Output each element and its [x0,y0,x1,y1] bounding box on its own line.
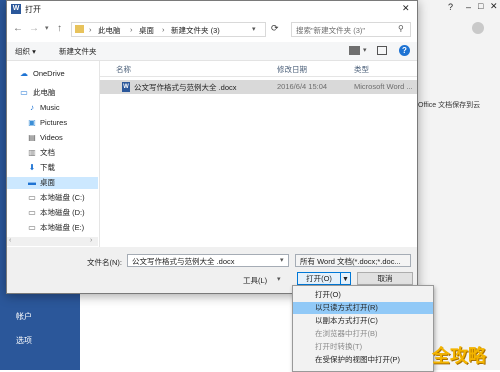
filename-value: 公文写作格式与范例大全 .docx [132,257,235,266]
drive-icon: ▭ [28,193,36,202]
chevron-down-icon[interactable]: ▾ [277,275,281,283]
refresh-icon[interactable]: ⟳ [271,23,279,34]
breadcrumb-item-folder[interactable]: 新建文件夹 (3) [171,25,220,36]
filetype-value: 所有 Word 文档(*.docx;*.doc... [300,257,401,266]
chevron-down-icon[interactable]: ▾ [280,256,284,264]
breadcrumb-item-desktop[interactable]: 桌面 [139,25,154,36]
preview-pane-icon[interactable] [377,46,387,55]
view-options-icon[interactable] [349,46,360,55]
file-date: 2016/6/4 15:04 [277,82,328,91]
breadcrumb[interactable]: › 此电脑 › 桌面 › 新建文件夹 (3) ▾ [71,22,266,37]
chevron-down-icon[interactable]: ▾ [252,25,256,33]
pictures-icon: ▣ [28,118,36,127]
forward-arrow-icon[interactable]: → [29,23,39,34]
sidebar-item-options[interactable]: 选项 [16,335,32,346]
nav-item-this-pc[interactable]: ▭ 此电脑 [7,87,98,99]
close-icon[interactable]: ✕ [490,1,498,12]
scroll-right-icon[interactable]: › [90,237,92,244]
open-options-menu: 打开(O) 以只读方式打开(R) 以副本方式打开(C) 在浏览器中打开(B) 打… [292,285,434,372]
search-input[interactable]: 搜索"新建文件夹 (3)" ⚲ [291,22,411,37]
folder-icon [75,25,84,33]
column-header-date[interactable]: 修改日期 [277,64,307,75]
header-divider [100,76,417,77]
search-placeholder: 搜索"新建文件夹 (3)" [296,26,366,35]
file-type: Microsoft Word ... [354,82,413,91]
help-icon[interactable]: ? [448,2,453,12]
nav-item-pictures[interactable]: ▣ Pictures [7,117,98,129]
title-bar: W 打开 ✕ [7,1,417,18]
scroll-left-icon[interactable]: ‹ [9,237,11,244]
onedrive-hint-text: Office 文档保存到云 [418,102,481,109]
chevron-down-icon[interactable]: ▾ [363,46,367,54]
close-icon[interactable]: ✕ [402,3,410,14]
column-header-name[interactable]: 名称 [116,64,131,75]
breadcrumb-item-pc[interactable]: 此电脑 [98,25,121,36]
menu-item-open-in-browser: 在浏览器中打开(B) [315,329,378,338]
nav-item-desktop[interactable]: ▬ 桌面 [7,177,98,189]
nav-item-drive-c[interactable]: ▭ 本地磁盘 (C:) [7,192,98,204]
menu-item-open-as-copy[interactable]: 以副本方式打开(C) [293,315,433,327]
dialog-title: 打开 [25,5,41,14]
organize-button[interactable]: 组织 ▾ [15,46,36,57]
filetype-select[interactable]: 所有 Word 文档(*.docx;*.doc... [295,254,411,267]
up-arrow-icon[interactable]: ↑ [57,23,62,34]
documents-icon: ▥ [28,148,36,157]
navigation-pane: ☁ OneDrive ▭ 此电脑 ♪ Music ▣ Pictures ▤ Vi… [7,61,100,247]
back-arrow-icon[interactable]: ← [13,23,23,34]
minimize-icon[interactable]: – [466,2,471,12]
horizontal-scrollbar[interactable]: ‹ › [7,237,98,246]
open-dialog: W 打开 ✕ ← → ▾ ↑ › 此电脑 › 桌面 › 新建文件夹 (3) ▾ … [6,0,418,294]
filename-label: 文件名(N): [87,258,122,267]
avatar[interactable] [472,22,484,34]
open-button[interactable]: 打开(O) [297,272,341,285]
command-bar: 组织 ▾ 新建文件夹 ▾ ? [7,42,417,61]
search-icon: ⚲ [398,24,404,33]
menu-item-open-read-only[interactable]: 以只读方式打开(R) [293,302,433,314]
downloads-icon: ⬇ [28,163,36,172]
nav-item-onedrive[interactable]: ☁ OneDrive [7,68,98,80]
cancel-button[interactable]: 取消 [357,272,413,285]
nav-item-music[interactable]: ♪ Music [7,102,98,114]
filename-field[interactable]: 公文写作格式与范例大全 .docx [127,254,289,267]
nav-item-drive-d[interactable]: ▭ 本地磁盘 (D:) [7,207,98,219]
recent-locations-icon[interactable]: ▾ [45,24,49,32]
help-icon[interactable]: ? [399,45,410,56]
word-document-icon: W [122,82,130,92]
restore-icon[interactable]: □ [478,1,483,11]
watermark-logo: 全攻略 [432,346,486,366]
cloud-icon: ☁ [20,69,28,78]
videos-icon: ▤ [28,133,36,142]
file-list: 名称 修改日期 类型 W 公文写作格式与范例大全 .docx 2016/6/4 … [100,61,417,247]
table-row[interactable]: W 公文写作格式与范例大全 .docx 2016/6/4 15:04 Micro… [100,80,417,94]
menu-item-open[interactable]: 打开(O) [293,289,433,301]
open-options-dropdown[interactable]: ▼ [340,272,351,285]
chevron-down-icon: ▼ [342,276,349,283]
nav-item-videos[interactable]: ▤ Videos [7,132,98,144]
drive-icon: ▭ [28,223,36,232]
sidebar-item-account[interactable]: 帐户 [16,311,32,322]
nav-item-downloads[interactable]: ⬇ 下载 [7,162,98,174]
pc-icon: ▭ [20,88,28,97]
menu-item-open-protected-view[interactable]: 在受保护的视图中打开(P) [293,354,433,366]
nav-item-drive-e[interactable]: ▭ 本地磁盘 (E:) [7,222,98,234]
nav-item-documents[interactable]: ▥ 文档 [7,147,98,159]
music-icon: ♪ [30,103,34,112]
new-folder-button[interactable]: 新建文件夹 [59,46,97,57]
desktop-icon: ▬ [28,178,36,187]
word-icon: W [11,4,21,14]
menu-item-open-and-repair: 打开时转换(T) [315,342,363,351]
file-name: 公文写作格式与范例大全 .docx [134,83,237,92]
column-header-type[interactable]: 类型 [354,64,369,75]
drive-icon: ▭ [28,208,36,217]
address-row: ← → ▾ ↑ › 此电脑 › 桌面 › 新建文件夹 (3) ▾ ⟳ 搜索"新建… [7,18,417,42]
tools-button[interactable]: 工具(L) [243,275,267,286]
